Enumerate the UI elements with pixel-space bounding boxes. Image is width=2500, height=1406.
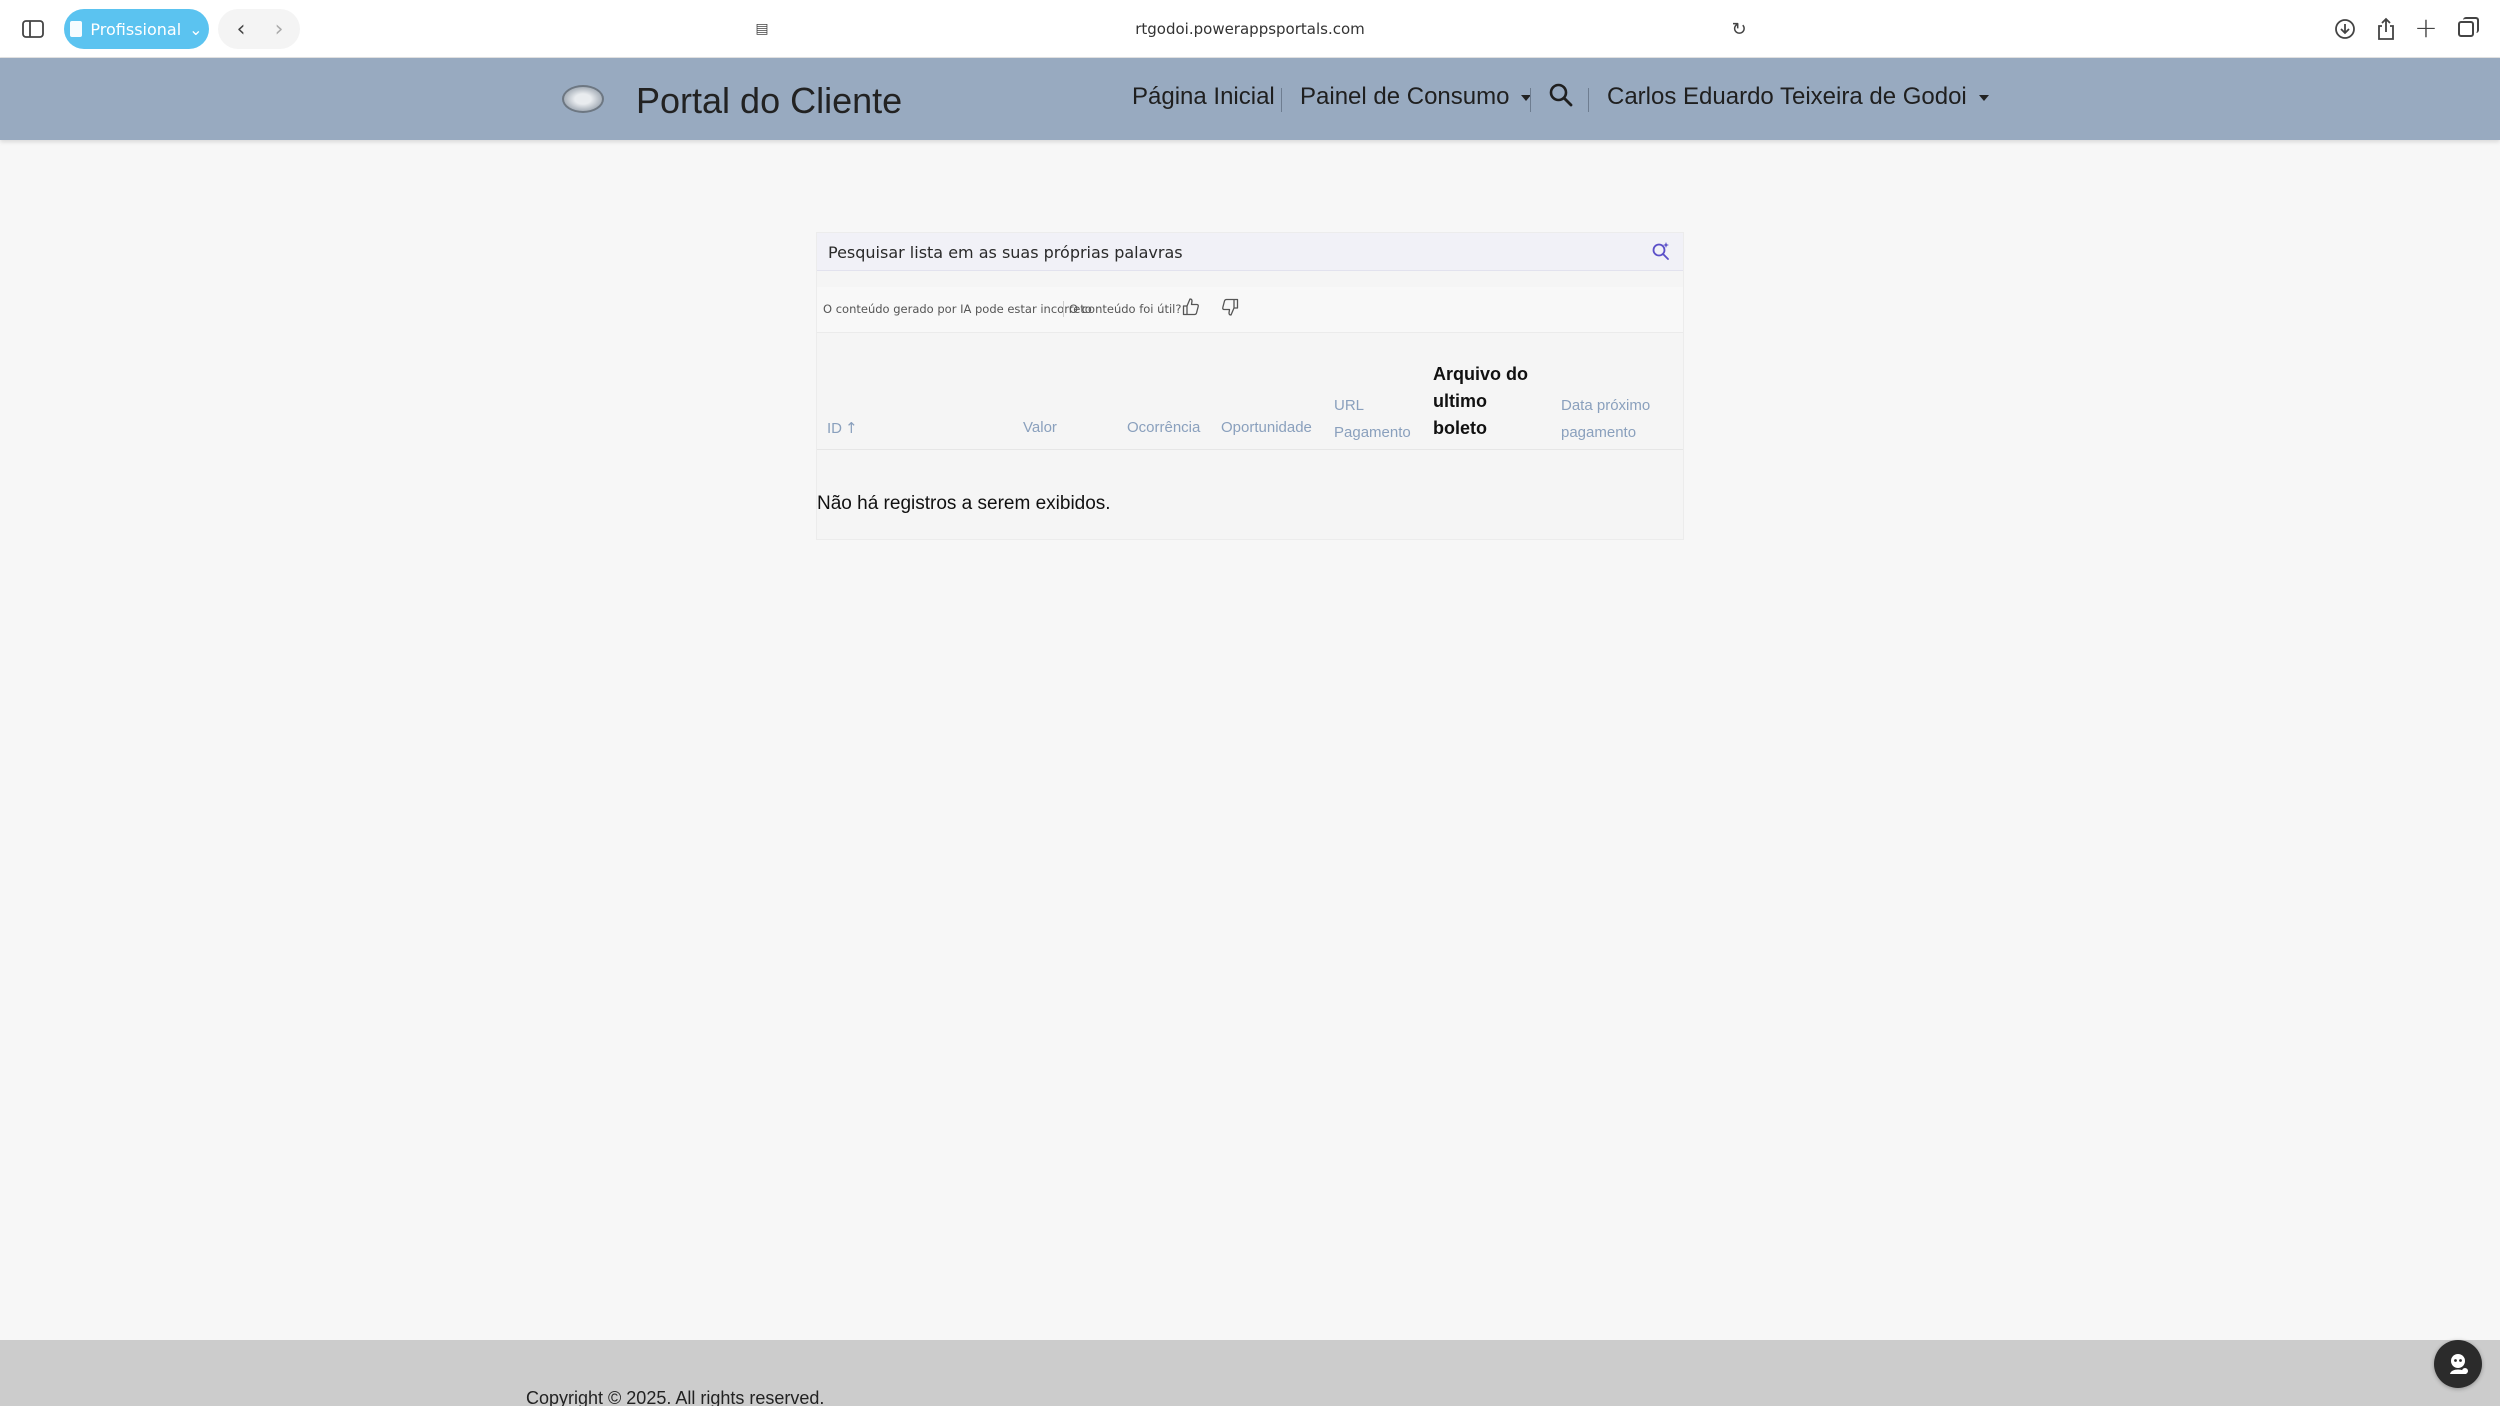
column-header-valor[interactable]: Valor	[1023, 419, 1057, 436]
ai-feedback-bar: O conteúdo gerado por IA pode estar inco…	[817, 287, 1683, 333]
ai-feedback-question: O conteúdo foi útil?	[1069, 302, 1182, 316]
column-header-id-label: ID	[827, 420, 842, 437]
ai-search-input[interactable]: Pesquisar lista em as suas próprias pala…	[817, 233, 1683, 271]
chat-assistant-icon[interactable]	[2434, 1340, 2482, 1388]
nav-consumo-dropdown[interactable]: Painel de Consumo	[1300, 83, 1532, 111]
caret-down-icon	[1978, 94, 1989, 101]
url-text[interactable]: rtgodoi.powerappsportals.com	[740, 9, 1760, 49]
column-header-data-pagamento[interactable]: Data próximo pagamento	[1561, 392, 1671, 446]
site-header: Portal do Cliente Página Inicial Painel …	[0, 58, 2500, 140]
tabs-overview-icon[interactable]	[2451, 14, 2481, 44]
address-bar[interactable]: ▤ rtgodoi.powerappsportals.com ↻	[740, 9, 1760, 49]
site-footer: Copyright © 2025. All rights reserved.	[0, 1340, 2500, 1406]
nav-home-link[interactable]: Página Inicial	[1132, 83, 1275, 111]
column-header-id[interactable]: ID ↑	[827, 419, 858, 437]
share-icon[interactable]	[2371, 14, 2401, 44]
column-header-ocorrencia[interactable]: Ocorrência	[1127, 419, 1200, 436]
thumbs-up-icon[interactable]	[1181, 297, 1205, 321]
search-icon[interactable]	[1548, 82, 1576, 110]
empty-state-message: Não há registros a serem exibidos.	[817, 493, 1111, 514]
profile-label: Profissional	[90, 19, 182, 39]
download-icon[interactable]	[2330, 14, 2360, 44]
chevron-left-icon[interactable]: ‹	[226, 14, 256, 44]
nav-divider	[1281, 88, 1282, 112]
profile-badge-icon	[70, 21, 83, 37]
ai-divider	[1063, 301, 1064, 317]
column-header-oportunidade[interactable]: Oportunidade	[1221, 419, 1312, 436]
column-header-url-pagamento[interactable]: URL Pagamento	[1334, 392, 1424, 446]
nav-divider	[1588, 88, 1589, 112]
ai-disclaimer: O conteúdo gerado por IA pode estar inco…	[823, 302, 1092, 316]
nav-consumo-label: Painel de Consumo	[1300, 83, 1510, 110]
site-title[interactable]: Portal do Cliente	[636, 80, 902, 122]
company-logo[interactable]	[562, 85, 604, 113]
copyright-text: Copyright © 2025. All rights reserved.	[526, 1388, 825, 1406]
profile-button[interactable]: Profissional ⌄	[64, 9, 209, 49]
plus-icon[interactable]: +	[2411, 11, 2441, 44]
search-placeholder[interactable]: Pesquisar lista em as suas próprias pala…	[828, 243, 1183, 262]
chevron-down-icon: ⌄	[189, 19, 203, 39]
thumbs-down-icon[interactable]	[1220, 297, 1244, 321]
browser-toolbar: Profissional ⌄ ‹ › ▤ rtgodoi.powerappspo…	[0, 0, 2500, 58]
reload-icon[interactable]: ↻	[1728, 18, 1750, 40]
chevron-right-icon[interactable]: ›	[264, 14, 294, 44]
column-header-arquivo-boleto: Arquivo do ultimo boleto	[1433, 364, 1528, 438]
user-name: Carlos Eduardo Teixeira de Godoi	[1607, 83, 1967, 110]
table-header-divider	[817, 449, 1683, 450]
sort-ascending-icon: ↑	[845, 419, 858, 437]
user-menu-dropdown[interactable]: Carlos Eduardo Teixeira de Godoi	[1607, 83, 1989, 111]
list-card: Pesquisar lista em as suas próprias pala…	[816, 232, 1684, 540]
ai-search-icon[interactable]	[1651, 241, 1673, 263]
nav-divider	[1530, 88, 1531, 112]
sidebar-icon[interactable]	[18, 16, 48, 42]
